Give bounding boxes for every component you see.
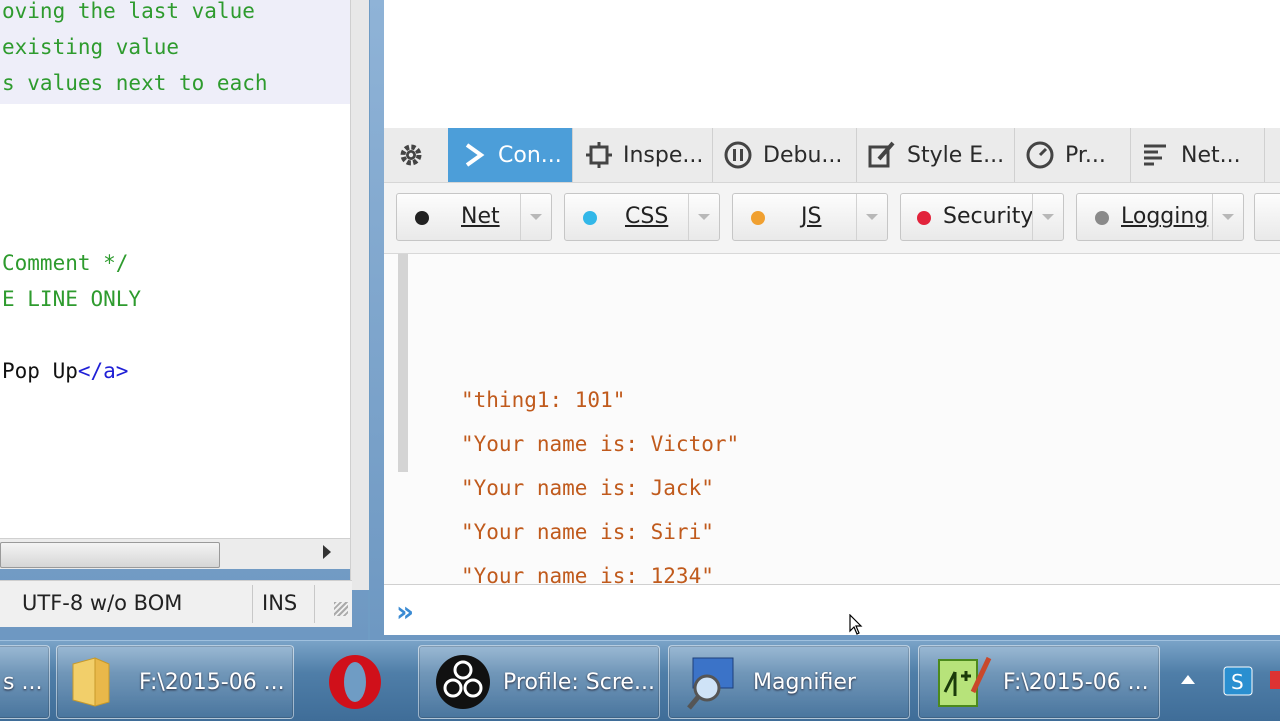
taskbar-item-explorer[interactable]: F:\2015-06 ...: [56, 645, 294, 719]
tab-label: Style E...: [907, 142, 1005, 168]
taskbar-item-obs[interactable]: Profile: Scre...: [418, 645, 660, 719]
logging-dot-icon: [1095, 211, 1109, 225]
page-content: [384, 0, 1280, 128]
taskbar: s ... F:\2015-06 ... Profile: Scre... Ma…: [0, 640, 1280, 721]
security-dot-icon: [917, 211, 931, 225]
status-divider: [314, 585, 315, 623]
chevron-down-icon[interactable]: [688, 194, 719, 240]
tab-label: Inspe...: [623, 142, 704, 168]
horizontal-scrollbar[interactable]: [0, 538, 350, 569]
scroll-right-arrow-icon[interactable]: [323, 545, 331, 559]
devtools-panel: Con... Inspe... Debu... Style E... Pr...…: [384, 128, 1280, 635]
gear-icon: [400, 144, 422, 166]
filter-label: Logging: [1121, 204, 1209, 229]
js-dot-icon: [751, 211, 765, 225]
console-input[interactable]: »: [384, 584, 1280, 635]
filter-label: JS: [801, 204, 822, 229]
code-line: existing value: [2, 35, 180, 59]
tab-performance[interactable]: Pr...: [1015, 128, 1131, 182]
status-divider: [252, 585, 253, 623]
tray-overflow-icon[interactable]: [1270, 671, 1280, 689]
filter-search-input[interactable]: [1254, 193, 1280, 241]
filter-security-button[interactable]: Security: [900, 193, 1064, 241]
filter-logging-button[interactable]: Logging: [1076, 193, 1244, 241]
editor-window: oving the last value existing value s va…: [0, 0, 369, 640]
net-dot-icon: [415, 211, 429, 225]
network-icon: [1144, 144, 1166, 166]
message-group-bar: [398, 254, 408, 472]
tab-label: Net...: [1181, 142, 1241, 168]
code-area[interactable]: oving the last value existing value s va…: [0, 0, 350, 538]
code-line: Comment */: [2, 251, 129, 275]
encoding-label: UTF-8 w/o BOM: [22, 591, 183, 615]
mouse-cursor-icon: [849, 614, 863, 635]
filter-label: CSS: [625, 204, 669, 229]
chevron-down-icon[interactable]: [520, 194, 551, 240]
insert-mode-label: INS: [262, 591, 298, 615]
tab-console[interactable]: Con...: [448, 128, 573, 182]
show-hidden-icons-icon[interactable]: [1180, 673, 1196, 685]
taskbar-item-label: s ...: [3, 670, 43, 695]
tab-inspector[interactable]: Inspe...: [573, 128, 713, 182]
folder-icon: [72, 657, 110, 707]
filter-label: Net: [461, 204, 500, 229]
scrollbar-thumb[interactable]: [0, 542, 220, 568]
svg-text:S: S: [1231, 670, 1244, 694]
system-tray: S: [1170, 641, 1280, 721]
css-dot-icon: [583, 211, 597, 225]
console-icon: [465, 143, 485, 167]
console-output[interactable]: "thing1: 101" "Your name is: Victor" "Yo…: [384, 254, 1280, 588]
taskbar-item[interactable]: s ...: [0, 645, 50, 719]
status-bar: UTF-8 w/o BOM INS: [0, 580, 352, 627]
filter-label: Security: [943, 204, 1034, 229]
chevron-down-icon[interactable]: [1032, 194, 1063, 240]
tab-label: Debu...: [763, 142, 843, 168]
code-line: oving the last value: [2, 0, 255, 23]
tab-network[interactable]: Net...: [1131, 128, 1265, 182]
code-text: Pop Up: [2, 359, 78, 383]
code-line: s values next to each: [2, 71, 268, 95]
filter-css-button[interactable]: CSS: [564, 193, 720, 241]
opera-icon: [329, 655, 381, 709]
tab-label: Con...: [498, 142, 562, 168]
log-message: "thing1: 101": [461, 388, 626, 412]
taskbar-item-label: F:\2015-06 ...: [139, 670, 285, 695]
tab-style-editor[interactable]: Style E...: [857, 128, 1015, 182]
notepad-plus-icon: [938, 656, 992, 707]
toolbox-options-button[interactable]: [384, 128, 449, 182]
taskbar-item-opera[interactable]: [302, 645, 410, 719]
tab-debugger[interactable]: Debu...: [713, 128, 857, 182]
vertical-scrollbar[interactable]: [350, 0, 369, 590]
log-message: "Your name is: Jack": [461, 476, 714, 500]
code-line: Pop Up</a>: [2, 353, 128, 389]
taskbar-item-label: Magnifier: [753, 670, 856, 695]
taskbar-item-label: F:\2015-06 ...: [1003, 670, 1149, 695]
log-message: "Your name is: Victor": [461, 432, 740, 456]
devtools-toolbar: Con... Inspe... Debu... Style E... Pr...…: [384, 128, 1280, 183]
resize-grip-icon[interactable]: [334, 602, 348, 616]
code-line: E LINE ONLY: [2, 287, 142, 311]
profiler-icon: [1026, 141, 1054, 169]
chevron-down-icon[interactable]: [1212, 194, 1243, 240]
log-message: "Your name is: Siri": [461, 520, 714, 544]
filter-bar: Net CSS JS Security Logging: [384, 183, 1280, 254]
code-tag: </a>: [77, 359, 129, 383]
obs-icon: [436, 655, 490, 709]
browser-window: Con... Inspe... Debu... Style E... Pr...…: [370, 0, 1280, 640]
debugger-icon: [724, 141, 752, 169]
taskbar-item-label: Profile: Scre...: [503, 670, 655, 695]
inspector-icon: [586, 142, 612, 168]
magnifier-icon: [687, 657, 734, 710]
filter-js-button[interactable]: JS: [732, 193, 888, 241]
taskbar-item-magnifier[interactable]: Magnifier: [668, 645, 910, 719]
filter-net-button[interactable]: Net: [396, 193, 552, 241]
style-editor-icon: [868, 141, 895, 168]
taskbar-item-notepadpp[interactable]: F:\2015-06 ...: [918, 645, 1160, 719]
tray-app-icon[interactable]: S: [1222, 663, 1254, 699]
prompt-icon: »: [396, 595, 415, 628]
chevron-down-icon[interactable]: [856, 194, 887, 240]
tab-label: Pr...: [1065, 142, 1106, 168]
